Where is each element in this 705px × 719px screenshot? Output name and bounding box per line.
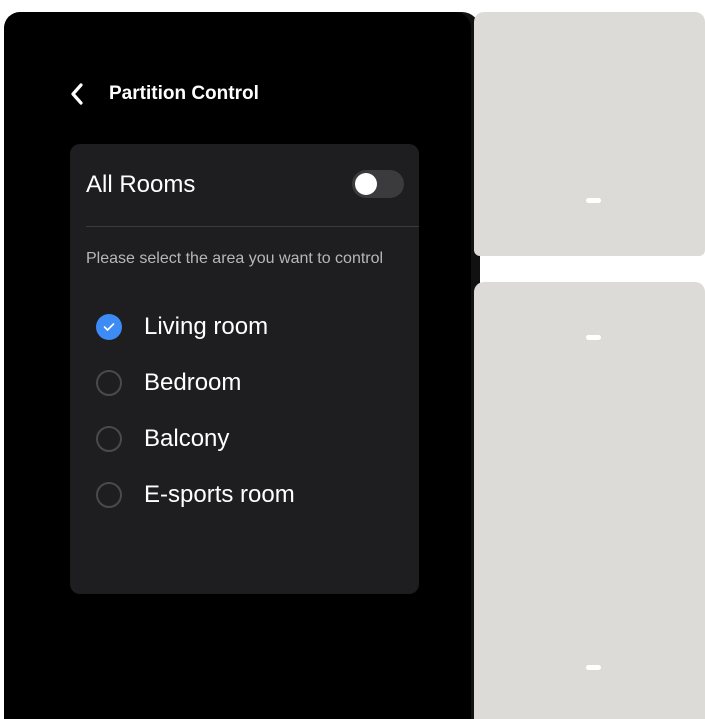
room-label: E-sports room xyxy=(144,481,295,508)
radio-checked-icon[interactable] xyxy=(96,314,122,340)
wall-switch-bottom[interactable] xyxy=(474,282,705,719)
header: Partition Control xyxy=(70,78,259,110)
divider xyxy=(86,226,419,227)
all-rooms-row: All Rooms xyxy=(70,144,419,226)
indicator-light xyxy=(586,198,601,203)
all-rooms-toggle[interactable] xyxy=(352,170,404,198)
indicator-light xyxy=(586,335,601,340)
radio-unchecked-icon[interactable] xyxy=(96,370,122,396)
indicator-light xyxy=(586,665,601,670)
page-title: Partition Control xyxy=(109,83,259,104)
checkmark-icon xyxy=(103,323,115,331)
radio-unchecked-icon[interactable] xyxy=(96,426,122,452)
room-option-bedroom[interactable]: Bedroom xyxy=(70,355,419,411)
radio-unchecked-icon[interactable] xyxy=(96,482,122,508)
partition-panel: All Rooms Please select the area you wan… xyxy=(70,144,419,594)
back-button[interactable] xyxy=(70,78,98,110)
toggle-knob xyxy=(355,173,377,195)
room-label: Living room xyxy=(144,313,269,340)
room-label: Balcony xyxy=(144,425,230,452)
room-label: Bedroom xyxy=(144,369,242,396)
room-option-living-room[interactable]: Living room xyxy=(70,299,419,355)
room-list: Living room Bedroom Balcony E-sports roo… xyxy=(70,299,419,523)
instruction-text: Please select the area you want to contr… xyxy=(86,250,384,267)
chevron-left-icon xyxy=(71,83,83,105)
room-option-esports-room[interactable]: E-sports room xyxy=(70,467,419,523)
room-option-balcony[interactable]: Balcony xyxy=(70,411,419,467)
all-rooms-label: All Rooms xyxy=(86,171,196,198)
wall-switch-top[interactable] xyxy=(474,12,705,256)
